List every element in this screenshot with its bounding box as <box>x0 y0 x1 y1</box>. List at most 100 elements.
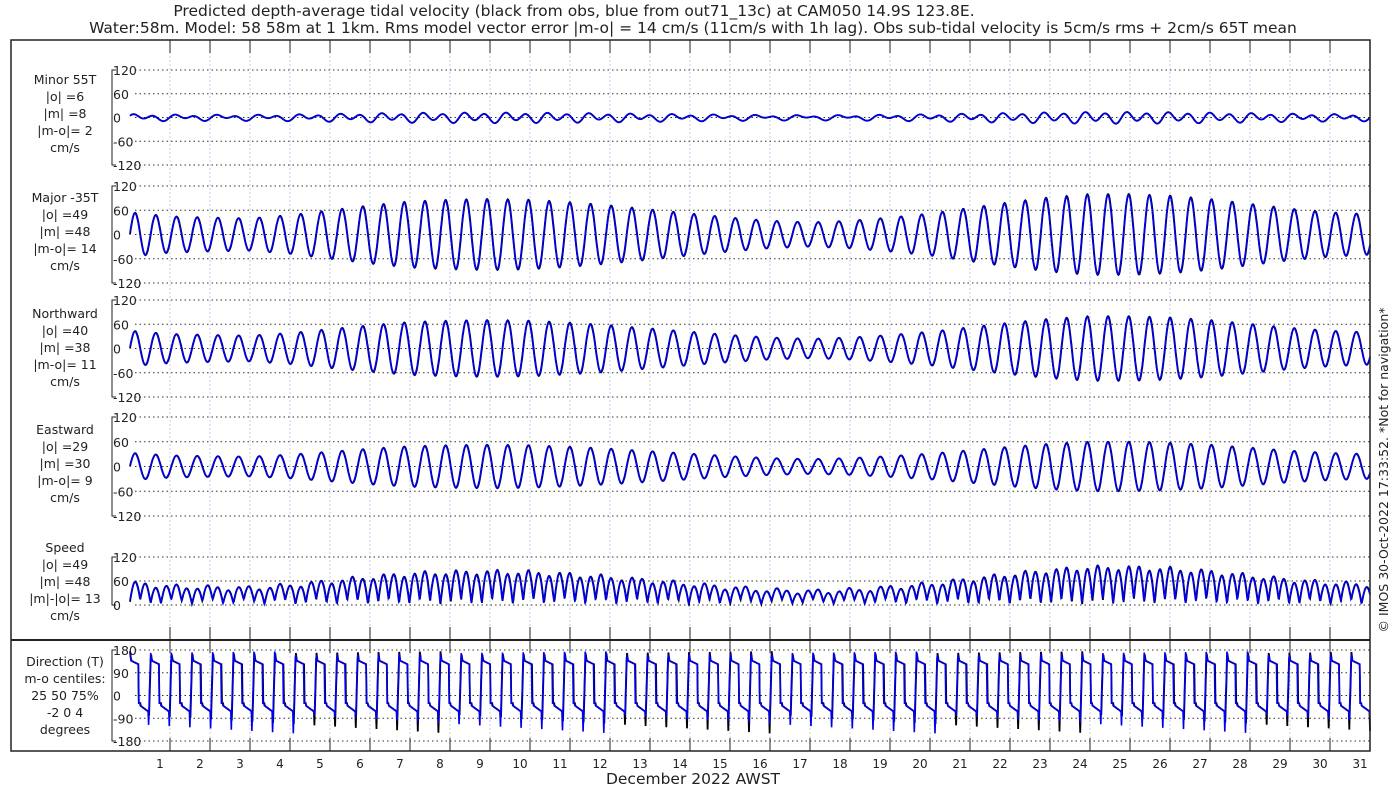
x-tick-label: 23 <box>1032 757 1047 771</box>
x-tick-label: 6 <box>356 757 364 771</box>
panel-label-line: |o| =49 <box>42 557 88 572</box>
y-tick-label: -120 <box>113 276 141 291</box>
panel-label-line: |m| =30 <box>40 456 91 471</box>
panel-label-line: |o| =6 <box>46 89 85 104</box>
panel-major: Major -35T |o| =49 |m| =48 |m-o|= 14 cm/s 120… <box>32 179 1371 291</box>
panel-label-line: 25 50 75% <box>31 688 99 703</box>
x-tick-label: 25 <box>1112 757 1127 771</box>
x-tick-label: 22 <box>992 757 1007 771</box>
y-tick-label: -120 <box>113 390 141 405</box>
y-tick-label: 0 <box>113 111 121 126</box>
footer-note: © IMOS 30-Oct-2022 17:33:52. *Not for na… <box>1376 308 1391 633</box>
panel-label-line: cm/s <box>50 490 80 505</box>
x-tick-label: 4 <box>276 757 284 771</box>
panel-label-line: |m-o|= 11 <box>33 357 96 372</box>
y-tick-label: 60 <box>113 87 129 102</box>
panel-label-line: Eastward <box>36 422 94 437</box>
x-tick-label: 30 <box>1312 757 1327 771</box>
panel-label-line: |m-o|= 2 <box>37 123 92 138</box>
x-tick-label: 2 <box>196 757 204 771</box>
panel-label-line: |o| =40 <box>42 323 88 338</box>
panel-label-line: |m| =38 <box>40 340 91 355</box>
y-tick-label: 60 <box>113 203 129 218</box>
panel-label-line: |m|-|o|= 13 <box>29 591 101 606</box>
panel-label-line: Major -35T <box>32 190 99 205</box>
y-tick-label: 0 <box>113 598 121 613</box>
panel-label-line: cm/s <box>50 608 80 623</box>
y-tick-label: 60 <box>113 435 129 450</box>
y-tick-label: 120 <box>113 550 137 565</box>
x-tick-label: 31 <box>1352 757 1367 771</box>
panel-north: Northward |o| =40 |m| =38 |m-o|= 11 cm/s 120 6… <box>32 293 1371 405</box>
x-tick-label: 17 <box>792 757 807 771</box>
x-tick-label: 13 <box>632 757 647 771</box>
y-tick-label: 0 <box>113 228 121 243</box>
x-tick-label: 10 <box>512 757 527 771</box>
x-tick-label: 14 <box>672 757 687 771</box>
x-tick-label: 8 <box>436 757 444 771</box>
x-tick-label: 1 <box>156 757 164 771</box>
y-tick-label: 60 <box>113 574 129 589</box>
y-tick-label: 180 <box>113 643 137 658</box>
panel-label-line: |m-o|= 9 <box>37 473 92 488</box>
y-tick-label: -60 <box>113 484 133 499</box>
panel-label-line: cm/s <box>50 258 80 273</box>
y-tick-label: -120 <box>113 158 141 173</box>
x-tick-label: 28 <box>1232 757 1247 771</box>
panel-label-line: |m| =8 <box>44 106 87 121</box>
panel-label-line: |m| =48 <box>40 574 91 589</box>
chart-subtitle: Water:58m. Model: 58 58m at 1 1km. Rms m… <box>89 19 1297 37</box>
y-tick-label: -180 <box>113 734 141 749</box>
y-tick-label: 120 <box>113 63 137 78</box>
panel-label-line: -2 0 4 <box>47 705 83 720</box>
panel-label-line: Minor 55T <box>34 72 97 87</box>
panel-east: Eastward |o| =29 |m| =30 |m-o|= 9 cm/s 120 60 0… <box>36 410 1371 524</box>
x-tick-label: 12 <box>592 757 607 771</box>
y-tick-label: 60 <box>113 317 129 332</box>
panel-label-line: |o| =29 <box>42 439 88 454</box>
series-model-speed <box>129 565 1371 607</box>
y-tick-label: 120 <box>113 179 137 194</box>
x-tick-label: 3 <box>236 757 244 771</box>
x-tick-label: 20 <box>912 757 927 771</box>
x-tick-label: 26 <box>1152 757 1167 771</box>
panel-label-line: |m| =48 <box>40 224 91 239</box>
panel-label-line: cm/s <box>50 140 80 155</box>
panel-label-line: degrees <box>40 722 90 737</box>
x-tick-label: 29 <box>1272 757 1287 771</box>
x-tick-label: 7 <box>396 757 404 771</box>
panel-label-line: cm/s <box>50 374 80 389</box>
x-tick-label: 27 <box>1192 757 1207 771</box>
y-tick-label: -60 <box>113 366 133 381</box>
panel-label-line: |m-o|= 14 <box>33 241 96 256</box>
x-tick-label: 24 <box>1072 757 1087 771</box>
y-tick-label: -60 <box>113 252 133 267</box>
y-tick-label: -90 <box>113 711 133 726</box>
y-tick-label: 0 <box>113 460 121 475</box>
panel-label-line: Speed <box>45 540 84 555</box>
panel-label-line: m-o centiles: <box>24 671 105 686</box>
x-tick-label: 16 <box>752 757 767 771</box>
x-tick-label: 21 <box>952 757 967 771</box>
y-tick-label: 120 <box>113 293 137 308</box>
x-tick-label: 5 <box>316 757 324 771</box>
panel-minor: Minor 55T |o| =6 |m| =8 |m-o|= 2 cm/s 120 60 0 -… <box>34 63 1371 173</box>
y-tick-label: 0 <box>113 689 121 704</box>
x-axis-label: December 2022 AWST <box>606 770 781 788</box>
y-tick-label: 0 <box>113 342 121 357</box>
panel-label-line: |o| =49 <box>42 207 88 222</box>
panel-label-line: Direction (T) <box>26 654 104 669</box>
y-tick-label: -120 <box>113 509 141 524</box>
x-tick-label: 11 <box>552 757 567 771</box>
y-tick-label: 120 <box>113 410 137 425</box>
y-tick-label: -60 <box>113 134 133 149</box>
x-tick-label: 15 <box>712 757 727 771</box>
panel-label-line: Northward <box>32 306 98 321</box>
x-tick-label: 9 <box>476 757 484 771</box>
x-tick-label: 19 <box>872 757 887 771</box>
tidal-velocity-chart: Predicted depth-average tidal velocity (… <box>10 2 1391 788</box>
panel-speed: Speed |o| =49 |m| =48 |m|-|o|= 13 cm/s 120 60 0 <box>29 540 1371 623</box>
x-tick-label: 18 <box>832 757 847 771</box>
y-tick-label: 90 <box>113 666 129 681</box>
panel-direction: Direction (T) m-o centiles: 25 50 75% -2 0 … <box>24 643 1371 749</box>
